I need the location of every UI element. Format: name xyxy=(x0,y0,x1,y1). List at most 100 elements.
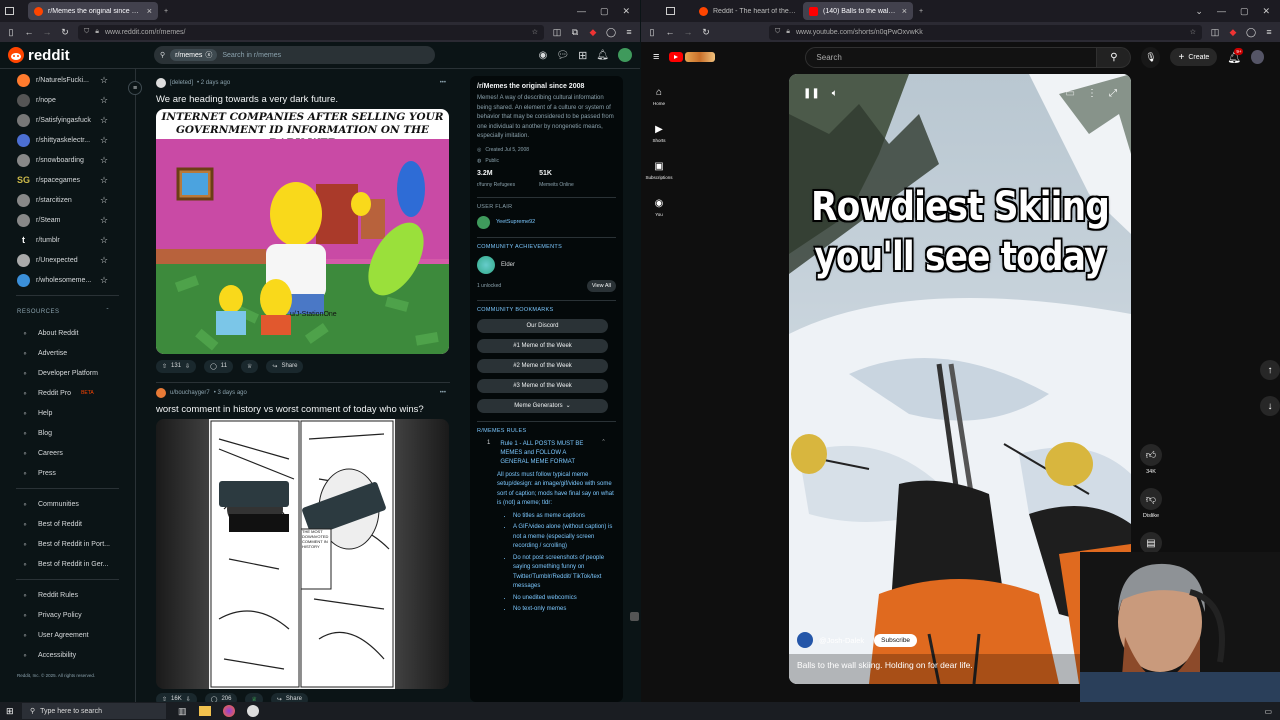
sidebar-toggle-icon[interactable]: ▯ xyxy=(6,27,16,37)
sidebar-community-item[interactable]: r/Satisfyingasfuck ☆ xyxy=(0,110,135,130)
award-button[interactable]: ♕ xyxy=(245,692,263,702)
notifications-button[interactable]: 🔔︎ 9+ xyxy=(1227,47,1244,64)
post-card[interactable]: [deleted] • 2 days ago ••• We are headin… xyxy=(140,69,466,378)
avatar[interactable] xyxy=(618,48,632,62)
sidebar-community-item[interactable]: t r/tumblr ☆ xyxy=(0,230,135,250)
close-tab-icon[interactable]: × xyxy=(147,6,152,16)
sidebar-link-blog[interactable]: ◦ Blog xyxy=(0,423,135,443)
minimize-icon[interactable]: — xyxy=(577,6,586,17)
short-title[interactable]: Balls to the wall skiing. Holding on for… xyxy=(797,660,973,670)
address-bar[interactable]: ⛉ 🔒︎ www.reddit.com/r/memes/ ☆ xyxy=(78,24,544,40)
tab-reddit[interactable]: Reddit - The heart of the intern xyxy=(693,2,803,20)
comments-button[interactable]: ◯ 11 xyxy=(204,359,234,373)
sidebar-link-press[interactable]: ◦ Press xyxy=(0,463,135,483)
reload-icon[interactable]: ↻ xyxy=(701,27,711,37)
file-explorer-icon[interactable] xyxy=(198,706,211,716)
view-all-button[interactable]: View All xyxy=(586,279,616,292)
share-button[interactable]: ↪ Share xyxy=(270,692,308,702)
reload-icon[interactable]: ↻ xyxy=(60,27,70,37)
sidebar-link-translate[interactable]: ◦ Best of Reddit in Port... xyxy=(0,534,135,554)
bookmark-meme-week-2[interactable]: #2 Meme of the Week xyxy=(477,358,608,373)
favorite-star-icon[interactable]: ☆ xyxy=(100,235,108,246)
back-icon[interactable]: ← xyxy=(665,27,675,37)
start-icon[interactable]: ⊞ xyxy=(6,706,14,717)
post-image[interactable]: THE MOST DOWNVOTED COMMENT IN HISTORY xyxy=(156,419,449,689)
favorite-star-icon[interactable]: ☆ xyxy=(100,275,108,286)
sidebar-community-item[interactable]: r/shittyaskelectr... ☆ xyxy=(0,130,135,150)
sidebar-link-translate[interactable]: ◦ Best of Reddit in Ger... xyxy=(0,554,135,574)
forward-icon[interactable]: → xyxy=(683,27,693,37)
post-options-icon[interactable]: ••• xyxy=(440,390,446,396)
advertise-icon[interactable]: ◉ xyxy=(539,50,548,61)
bookmark-meme-generators[interactable]: Meme Generators ⌄ xyxy=(477,398,608,413)
favorite-star-icon[interactable]: ☆ xyxy=(100,195,108,206)
volume-icon[interactable]: 🔈︎ xyxy=(832,88,838,99)
sidebar-toggle-icon[interactable]: ▯ xyxy=(647,27,657,37)
captions-icon[interactable]: ▭ xyxy=(1066,88,1075,99)
reddit-search-bar[interactable]: ⚲ r/memes ⓧ Search in r/memes xyxy=(154,46,435,64)
favorite-star-icon[interactable]: ☆ xyxy=(100,95,108,106)
close-window-icon[interactable]: ✕ xyxy=(622,6,630,17)
subreddit-search-chip[interactable]: r/memes ⓧ xyxy=(170,49,218,61)
resources-header[interactable]: RESOURCES ˆ xyxy=(0,301,135,323)
guide-subscriptions[interactable]: ▣ Subscriptions xyxy=(641,152,677,189)
sidebar-link-developer[interactable]: ◦ Developer Platform xyxy=(0,363,135,383)
sidebar-community-item[interactable]: r/Steam ☆ xyxy=(0,210,135,230)
post-card[interactable]: u/bouchayger7 • 3 days ago ••• worst com… xyxy=(140,383,466,702)
share-button[interactable]: ↪ Share xyxy=(266,359,304,373)
bookmark-meme-week-1[interactable]: #1 Meme of the Week xyxy=(477,338,608,353)
create-button[interactable]: + Create xyxy=(1170,48,1218,66)
award-button[interactable]: ♕ xyxy=(241,359,259,373)
sidebar-link-accessibility[interactable]: ◦ Accessibility xyxy=(0,645,135,665)
post-image[interactable]: Internet Companies after selling your Go… xyxy=(156,109,449,354)
sidebar-link-careers[interactable]: ◦ Careers xyxy=(0,443,135,463)
sidebar-link-privacy[interactable]: ◦ Privacy Policy xyxy=(0,605,135,625)
sidebar-link-rules[interactable]: ◦ Reddit Rules xyxy=(0,585,135,605)
maximize-icon[interactable]: ▢ xyxy=(1240,6,1249,17)
back-icon[interactable]: ← xyxy=(24,27,34,37)
chat-icon[interactable]: 💬︎ xyxy=(556,50,569,61)
chevron-up-icon[interactable]: ˆ xyxy=(602,440,604,467)
guide-home[interactable]: ⌂ Home xyxy=(641,78,677,115)
tab-list-icon[interactable] xyxy=(4,6,14,16)
favorite-star-icon[interactable]: ☆ xyxy=(100,135,108,146)
dislike-button[interactable]: 👎︎ xyxy=(1140,488,1162,510)
tab-list-icon[interactable] xyxy=(665,6,675,16)
pocket-icon[interactable]: ◫ xyxy=(552,27,562,37)
sidebar-community-item[interactable]: r/NaturelsFucki... ☆ xyxy=(0,70,135,90)
user-flair[interactable]: YeetSupreme92 xyxy=(477,215,616,229)
new-tab-button[interactable]: + xyxy=(913,2,929,20)
post-title[interactable]: We are heading towards a very dark futur… xyxy=(156,94,450,105)
tab-youtube-short[interactable]: (140) Balls to the wall skiing × xyxy=(803,2,913,20)
minimize-icon[interactable]: — xyxy=(1217,6,1226,17)
firefox-icon[interactable] xyxy=(222,705,235,717)
like-button[interactable]: 👍︎ xyxy=(1140,444,1162,466)
post-options-icon[interactable]: ••• xyxy=(440,80,446,86)
clear-chip-icon[interactable]: ⓧ xyxy=(205,50,212,60)
next-short-button[interactable]: ↓ xyxy=(1260,396,1280,416)
sidebar-community-item[interactable]: SG r/spacegames ☆ xyxy=(0,170,135,190)
sidebar-link-agreement[interactable]: ◦ User Agreement xyxy=(0,625,135,645)
dislike-action[interactable]: 👎︎ Dislike xyxy=(1139,488,1163,519)
achievement-item[interactable]: Elder xyxy=(477,255,616,274)
tab-reddit-memes[interactable]: r/Memes the original since 2008 × xyxy=(28,2,158,20)
youtube-logo[interactable] xyxy=(669,52,716,62)
close-tab-icon[interactable]: × xyxy=(902,6,907,16)
hamburger-menu-icon[interactable]: ≡ xyxy=(653,51,659,63)
address-bar[interactable]: ⛉ 🔒︎ www.youtube.com/shorts/n0qPwOxvwKk … xyxy=(769,24,1202,40)
create-post-icon[interactable]: ⊞ xyxy=(578,49,587,62)
voice-search-button[interactable]: 🎙︎ xyxy=(1141,46,1161,68)
bookmark-star-icon[interactable]: ☆ xyxy=(532,28,538,36)
guide-shorts[interactable]: ▶ Shorts xyxy=(641,115,677,152)
favorite-star-icon[interactable]: ☆ xyxy=(100,255,108,266)
channel-avatar[interactable] xyxy=(797,632,813,648)
sidebar-community-item[interactable]: r/snowboarding ☆ xyxy=(0,150,135,170)
extensions-icon[interactable]: ⧉ xyxy=(570,27,580,37)
sidebar-link-megaphone[interactable]: ◦ Advertise xyxy=(0,343,135,363)
like-action[interactable]: 👍︎ 34K xyxy=(1139,444,1163,475)
comments-button[interactable]: ▤ xyxy=(1140,532,1162,554)
search-button[interactable]: ⚲ xyxy=(1097,46,1132,68)
rule-item[interactable]: 1 Rule 1 - ALL POSTS MUST BE MEMES and F… xyxy=(477,440,616,467)
show-desktop-icon[interactable]: ▭ xyxy=(1264,707,1272,716)
new-tab-button[interactable]: + xyxy=(158,2,174,20)
